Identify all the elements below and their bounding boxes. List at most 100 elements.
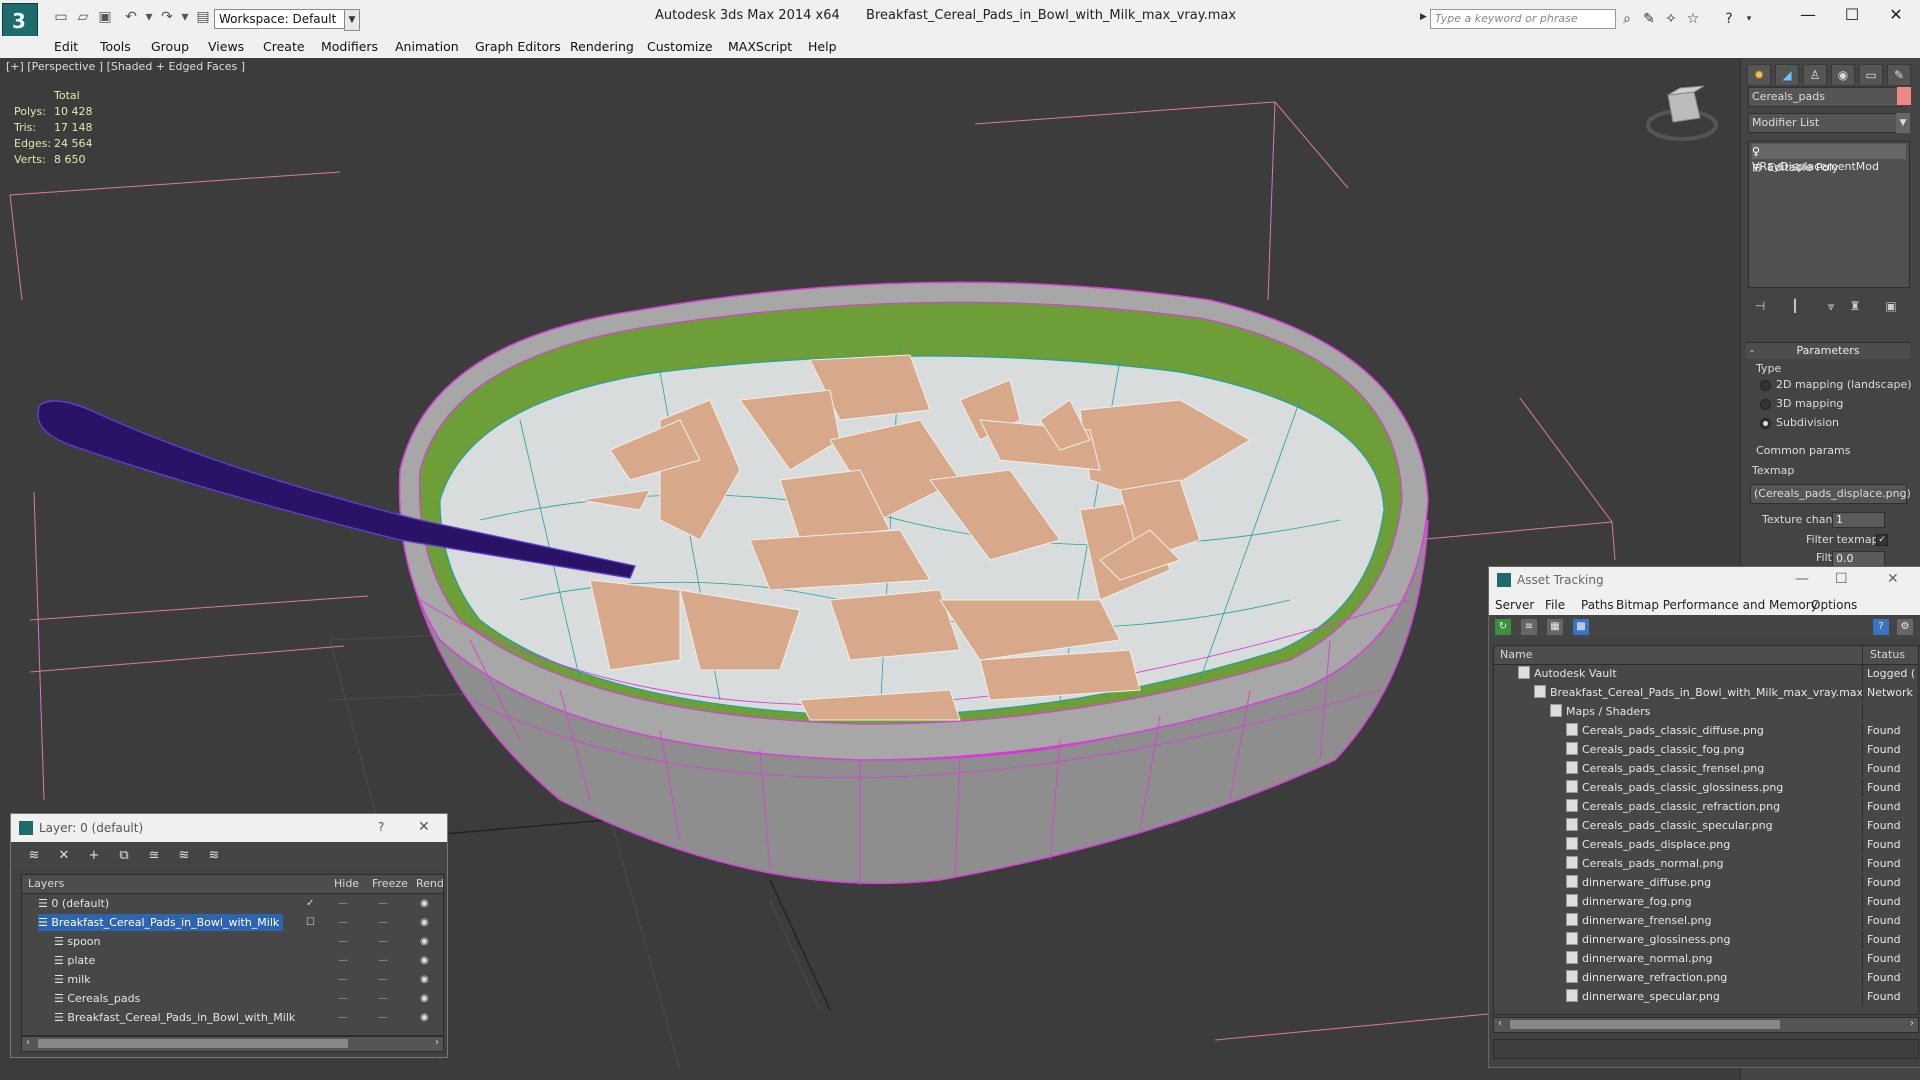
stack-item-vraydisplacement[interactable]: ♀ VRayDisplacementMod xyxy=(1752,144,1906,173)
highlight-layer-icon[interactable]: ≊ xyxy=(145,848,163,864)
select-in-layer-icon[interactable]: ⧉ xyxy=(115,848,133,864)
menu-modifiers[interactable]: Modifiers xyxy=(321,39,378,54)
undo-dropdown-icon[interactable]: ▾ xyxy=(140,8,158,26)
hierarchy-tab-icon[interactable]: ♙ xyxy=(1803,64,1827,86)
asset-row[interactable]: dinnerware_diffuse.png Found xyxy=(1494,874,1918,892)
modifier-list-dropdown[interactable]: Modifier List xyxy=(1748,113,1905,133)
col-layers-header[interactable]: Layers xyxy=(28,877,64,890)
hide-toggle[interactable]: — xyxy=(338,1008,348,1027)
render-teapot-icon[interactable]: ◉ xyxy=(420,932,429,951)
layer-titlebar[interactable]: Layer: 0 (default) ? ✕ xyxy=(11,814,447,842)
layer-row-name[interactable]: ☰ milk xyxy=(54,971,95,988)
layer-horizontal-scrollbar[interactable]: ‹ › xyxy=(21,1036,444,1052)
new-layer-icon[interactable]: ≋ xyxy=(25,848,43,864)
asset-row[interactable]: Cereals_pads_classic_specular.png Found xyxy=(1494,817,1918,835)
motion-tab-icon[interactable]: ◉ xyxy=(1831,64,1855,86)
layer-row-name[interactable]: ☰ spoon xyxy=(54,933,105,950)
search-expand-icon[interactable]: ▶ xyxy=(1420,12,1427,22)
asset-settings-icon[interactable]: ⚙ xyxy=(1897,619,1913,635)
new-file-icon[interactable]: ▭ xyxy=(52,8,70,26)
col-hide-header[interactable]: Hide xyxy=(334,877,359,890)
menu-maxscript[interactable]: MAXScript xyxy=(728,39,792,54)
help-icon[interactable]: ? xyxy=(1720,10,1738,28)
redo-dropdown-icon[interactable]: ▾ xyxy=(176,8,194,26)
project-folder-icon[interactable]: ▤ xyxy=(194,8,212,26)
asset-row[interactable]: Cereals_pads_classic_frensel.png Found xyxy=(1494,760,1918,778)
layer-row[interactable]: ☰ spoon — — ◉ xyxy=(22,932,443,951)
asset-row[interactable]: Cereals_pads_classic_fog.png Found xyxy=(1494,741,1918,759)
render-teapot-icon[interactable]: ◉ xyxy=(420,989,429,1008)
label-3d-mapping[interactable]: 3D mapping xyxy=(1776,397,1843,410)
list-view-icon[interactable]: ≡ xyxy=(1521,619,1537,635)
layer-row-name[interactable]: ☰ Cereals_pads xyxy=(54,990,144,1007)
menu-help[interactable]: Help xyxy=(808,39,837,54)
asset-row[interactable]: dinnerware_fog.png Found xyxy=(1494,893,1918,911)
show-end-result-icon[interactable]: ┃ xyxy=(1786,297,1804,315)
undo-icon[interactable]: ↶ xyxy=(122,8,140,26)
menu-group[interactable]: Group xyxy=(151,39,189,54)
utilities-tab-icon[interactable]: ✎ xyxy=(1887,64,1911,86)
freeze-toggle[interactable]: — xyxy=(378,1008,388,1027)
layer-help-icon[interactable]: ? xyxy=(378,820,384,834)
asset-row[interactable]: Cereals_pads_normal.png Found xyxy=(1494,855,1918,873)
label-2d-mapping[interactable]: 2D mapping (landscape) xyxy=(1776,378,1912,391)
asset-row[interactable]: Autodesk Vault Logged ( xyxy=(1494,665,1918,683)
asset-menu-file[interactable]: File xyxy=(1545,598,1565,612)
menu-animation[interactable]: Animation xyxy=(395,39,459,54)
configure-modifier-sets-icon[interactable]: ▣ xyxy=(1882,297,1900,315)
favorites-star-icon[interactable]: ☆ xyxy=(1684,10,1702,28)
modifier-list-arrow-icon[interactable]: ▼ xyxy=(1896,113,1910,133)
freeze-toggle[interactable]: — xyxy=(378,989,388,1008)
asset-maximize-icon[interactable]: ☐ xyxy=(1835,571,1848,587)
modify-tab-icon[interactable]: ◢ xyxy=(1775,64,1799,86)
layer-row[interactable]: ☰ Breakfast_Cereal_Pads_in_Bowl_with_Mil… xyxy=(22,913,443,932)
render-teapot-icon[interactable]: ◉ xyxy=(420,913,429,932)
asset-row[interactable]: Cereals_pads_classic_diffuse.png Found xyxy=(1494,722,1918,740)
workspace-dropdown[interactable]: Workspace: Default xyxy=(214,9,350,29)
viewcube[interactable] xyxy=(1646,85,1718,141)
layer-row-name[interactable]: ☰ Breakfast_Cereal_Pads_in_Bowl_with_Mil… xyxy=(54,1009,299,1026)
layer-row[interactable]: ☰ Cereals_pads — — ◉ xyxy=(22,989,443,1008)
texmap-button[interactable]: (Cereals_pads_displace.png) xyxy=(1750,484,1911,504)
filter-texmap-checkbox[interactable]: ✓ xyxy=(1876,534,1888,546)
lightbulb-icon[interactable]: ♀ xyxy=(1752,144,1764,159)
asset-row[interactable]: dinnerware_normal.png Found xyxy=(1494,950,1918,968)
layer-row[interactable]: ☰ milk — — ◉ xyxy=(22,970,443,989)
layer-row[interactable]: ☰ plate — — ◉ xyxy=(22,951,443,970)
freeze-toggle[interactable]: — xyxy=(378,894,388,913)
menu-rendering[interactable]: Rendering xyxy=(570,39,634,54)
radio-subdivision[interactable] xyxy=(1760,418,1771,429)
binoculars-icon[interactable]: ⌕ xyxy=(1618,10,1636,28)
menu-views[interactable]: Views xyxy=(208,39,244,54)
asset-help-icon[interactable]: ? xyxy=(1873,619,1889,635)
render-teapot-icon[interactable]: ◉ xyxy=(420,894,429,913)
layer-row[interactable]: ☰ 0 (default) — — ◉ ✓ xyxy=(22,894,443,913)
hide-toggle[interactable]: — xyxy=(338,970,348,989)
active-layer-check-icon[interactable]: ✓ xyxy=(306,894,314,913)
asset-row[interactable]: dinnerware_frensel.png Found xyxy=(1494,912,1918,930)
delete-layer-icon[interactable]: ✕ xyxy=(55,848,73,864)
menu-edit[interactable]: Edit xyxy=(54,39,78,54)
hide-toggle[interactable]: — xyxy=(338,951,348,970)
asset-tracking-titlebar[interactable]: Asset Tracking — ☐ ✕ xyxy=(1489,567,1920,595)
object-name-field[interactable]: Cereals_pads xyxy=(1748,87,1903,107)
table-view-icon[interactable]: ▩ xyxy=(1573,619,1589,635)
render-teapot-icon[interactable]: ◉ xyxy=(420,1008,429,1027)
asset-path-field[interactable] xyxy=(1493,1039,1919,1059)
viewport-label[interactable]: [+] [Perspective ] [Shaded + Edged Faces… xyxy=(6,60,245,73)
hide-toggle[interactable]: — xyxy=(338,932,348,951)
maximize-icon[interactable]: ☐ xyxy=(1830,0,1874,30)
object-color-swatch[interactable] xyxy=(1897,87,1911,105)
asset-horizontal-scrollbar[interactable]: ‹ › xyxy=(1493,1017,1919,1033)
asset-row[interactable]: Cereals_pads_classic_glossiness.png Found xyxy=(1494,779,1918,797)
asset-minimize-icon[interactable]: — xyxy=(1795,571,1809,587)
thumbnail-view-icon[interactable]: ▦ xyxy=(1547,619,1563,635)
hide-toggle[interactable]: — xyxy=(338,913,348,932)
refresh-icon[interactable]: ↻ xyxy=(1495,619,1511,635)
asset-menu-options[interactable]: Options xyxy=(1811,598,1857,612)
help-dropdown-icon[interactable]: ▾ xyxy=(1740,10,1758,28)
asset-row[interactable]: dinnerware_specular.png Found xyxy=(1494,988,1918,1006)
menu-customize[interactable]: Customize xyxy=(647,39,713,54)
asset-row[interactable]: Cereals_pads_classic_refraction.png Found xyxy=(1494,798,1918,816)
app-logo-icon[interactable]: 3 xyxy=(2,3,38,39)
